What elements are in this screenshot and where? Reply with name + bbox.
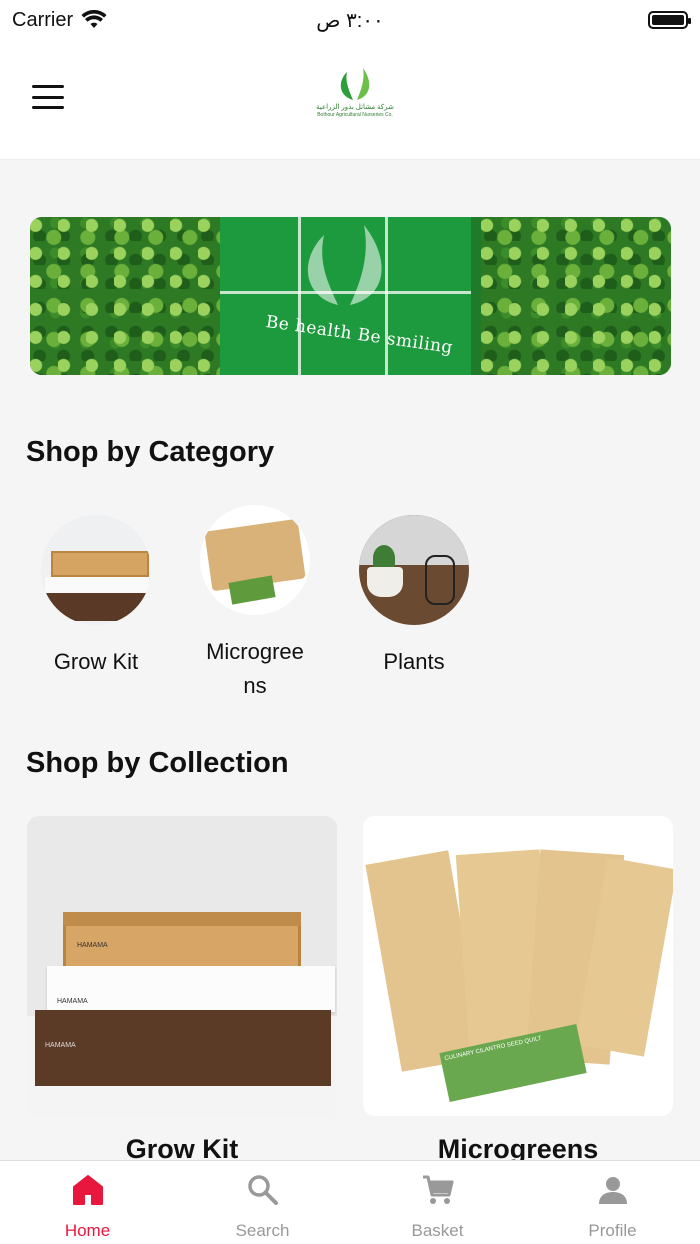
- collection-grow-kit[interactable]: HAMAMA HAMAMA HAMAMA Grow Kit: [27, 816, 337, 1165]
- category-label: Grow Kit: [53, 649, 139, 674]
- company-logo: شركة مشاتل بذور الزراعية Bothour Agricul…: [305, 66, 405, 130]
- tab-basket[interactable]: Basket: [350, 1161, 525, 1244]
- status-bar: Carrier ٣:٠٠ ص: [0, 0, 700, 40]
- cart-icon: [421, 1173, 455, 1207]
- search-icon: [246, 1173, 280, 1207]
- plants-thumbnail: [359, 515, 469, 625]
- category-label: Microgreens: [206, 639, 304, 698]
- bottom-tab-bar: Home Search Basket Profile: [0, 1160, 700, 1244]
- banner-leaf-emblem-icon: [307, 225, 382, 305]
- brand-label: HAMAMA: [57, 998, 88, 1005]
- grow-kit-image: HAMAMA HAMAMA HAMAMA: [27, 816, 337, 1116]
- collection-section-title: Shop by Collection: [26, 747, 289, 779]
- brand-label: HAMAMA: [45, 1042, 76, 1049]
- logo-english-text: Bothour Agricultural Nurseries Co.: [317, 112, 393, 118]
- profile-icon: [596, 1173, 630, 1207]
- tab-label: Home: [64, 1221, 111, 1240]
- wifi-icon: [81, 10, 107, 28]
- grow-kit-thumbnail: [41, 515, 151, 625]
- microgreens-thumbnail: [200, 505, 310, 615]
- category-plants[interactable]: Plants: [334, 515, 494, 679]
- battery-icon: [648, 11, 691, 29]
- tab-label: Basket: [411, 1221, 464, 1240]
- category-grow-kit[interactable]: Grow Kit: [16, 515, 176, 679]
- tab-profile[interactable]: Profile: [525, 1161, 700, 1244]
- banner-leaves-left: [30, 217, 220, 375]
- category-microgreens[interactable]: Microgreens: [175, 505, 335, 703]
- tab-label: Profile: [588, 1221, 637, 1240]
- status-time: ٣:٠٠ ص: [316, 9, 384, 32]
- leaf-logo-icon: [340, 68, 370, 100]
- tab-label: Search: [235, 1221, 290, 1240]
- category-label: Plants: [383, 649, 445, 674]
- carrier-label: Carrier: [12, 8, 74, 31]
- collection-microgreens[interactable]: CULINARY CILANTRO SEED QUILT Microgreens: [363, 816, 673, 1165]
- tab-home[interactable]: Home: [0, 1161, 175, 1244]
- logo-arabic-text: شركة مشاتل بذور الزراعية: [316, 104, 394, 111]
- home-icon: [71, 1173, 105, 1207]
- microgreens-image: CULINARY CILANTRO SEED QUILT: [363, 816, 673, 1116]
- hamburger-menu-icon[interactable]: [32, 85, 64, 109]
- top-navbar: شركة مشاتل بذور الزراعية Bothour Agricul…: [0, 40, 700, 160]
- brand-label: HAMAMA: [77, 942, 108, 949]
- category-section-title: Shop by Category: [26, 436, 275, 468]
- banner-leaves-right: [481, 217, 671, 375]
- tab-search[interactable]: Search: [175, 1161, 350, 1244]
- promo-banner[interactable]: Be health Be smiling: [30, 217, 671, 375]
- status-left: Carrier: [12, 9, 107, 32]
